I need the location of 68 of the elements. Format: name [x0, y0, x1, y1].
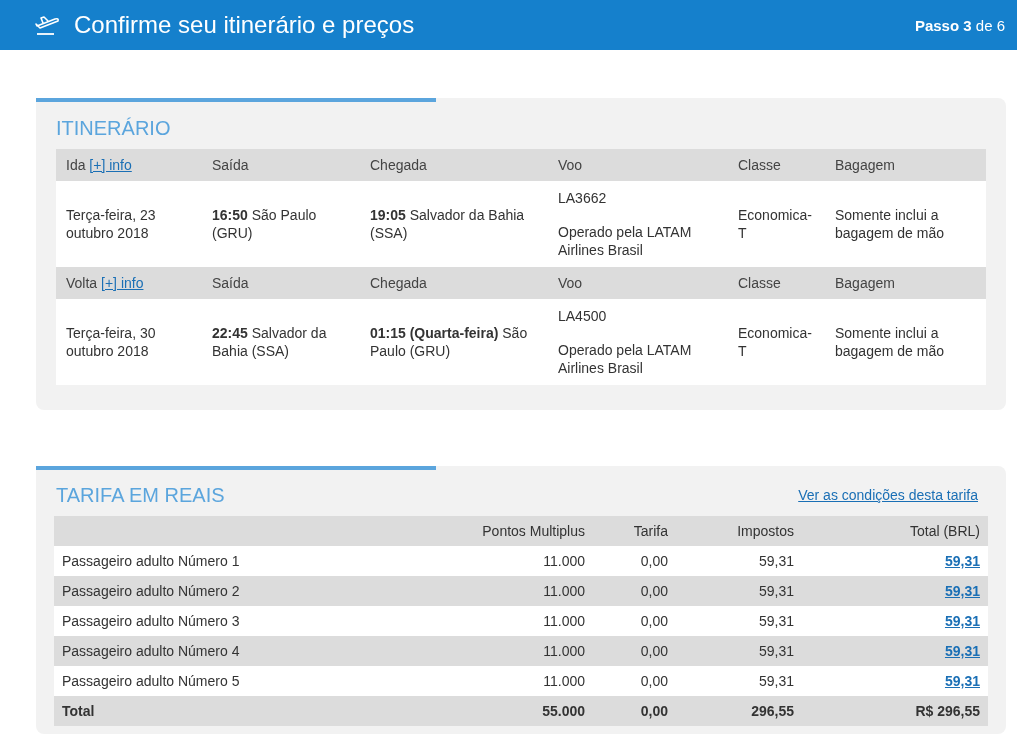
table-cell: 0,00	[593, 636, 676, 666]
page-title: Confirme seu itinerário e preços	[74, 11, 416, 39]
table-header-cell: Pontos Multiplus	[423, 516, 593, 546]
table-cell: 59,31	[676, 666, 802, 696]
table-cell: 11.000	[423, 546, 593, 576]
section-title: TARIFA EM REAIS	[56, 483, 225, 507]
table-cell: R$ 296,55	[802, 696, 988, 726]
table-header-cell: Voo	[548, 149, 728, 181]
table-header-cell: Tarifa	[593, 516, 676, 546]
table-cell: Passageiro adulto Número 5	[54, 666, 423, 696]
table-cell: 0,00	[593, 696, 676, 726]
table-cell: Economica-T	[728, 299, 825, 385]
table-header-cell: Classe	[728, 149, 825, 181]
total-link[interactable]: 59,31	[944, 553, 980, 569]
table-cell: Passageiro adulto Número 3	[54, 606, 423, 636]
table-cell: Passageiro adulto Número 4	[54, 636, 423, 666]
table-cell: 0,00	[593, 546, 676, 576]
leg-label: Ida	[66, 157, 86, 173]
flight-operator: Operado pela LATAM Airlines Brasil	[558, 223, 693, 259]
table-cell: 19:05 Salvador da Bahia (SSA)	[360, 181, 548, 267]
table-header-cell: Voo	[548, 267, 728, 299]
table-cell: Somente inclui a bagagem de mão	[825, 299, 986, 385]
total-link[interactable]: 59,31	[944, 583, 980, 599]
table-cell: 11.000	[423, 636, 593, 666]
table-cell: Somente inclui a bagagem de mão	[825, 181, 986, 267]
table-cell: Passageiro adulto Número 1	[54, 546, 423, 576]
table-cell: 11.000	[423, 576, 593, 606]
table-header-cell: Chegada	[360, 267, 548, 299]
table-cell: 01:15 (Quarta-feira) São Paulo (GRU)	[360, 299, 548, 385]
plane-takeoff-icon	[34, 13, 60, 37]
table-cell: 16:50 São Paulo (GRU)	[202, 181, 360, 267]
table-header-cell: Chegada	[360, 149, 548, 181]
table-header-cell: Total (BRL)	[802, 516, 988, 546]
table-cell: 11.000	[423, 606, 593, 636]
info-link[interactable]: [+] info	[101, 275, 144, 291]
section-title: ITINERÁRIO	[56, 116, 171, 140]
table-cell: 59,31	[676, 546, 802, 576]
table-cell: 0,00	[593, 606, 676, 636]
flight-number: LA3662	[558, 189, 608, 207]
table-cell: Terça-feira, 30 outubro 2018	[56, 299, 202, 385]
table-cell: 0,00	[593, 576, 676, 606]
flight-operator: Operado pela LATAM Airlines Brasil	[558, 341, 693, 377]
table-cell: Economica-T	[728, 181, 825, 267]
table-cell: Total	[54, 696, 423, 726]
table-header-cell: Impostos	[676, 516, 802, 546]
table-cell: Terça-feira, 23 outubro 2018	[56, 181, 202, 267]
table-cell: 59,31	[676, 636, 802, 666]
table-cell: 59,31	[676, 576, 802, 606]
fare-conditions-link[interactable]: Ver as condições desta tarifa	[798, 487, 978, 503]
table-header-cell: Classe	[728, 267, 825, 299]
table-cell: 22:45 Salvador da Bahia (SSA)	[202, 299, 360, 385]
table-cell: 55.000	[423, 696, 593, 726]
leg-label: Volta	[66, 275, 98, 291]
total-link[interactable]: 59,31	[944, 673, 980, 689]
table-header-cell: Bagagem	[825, 267, 986, 299]
table-cell: Passageiro adulto Número 2	[54, 576, 423, 606]
table-cell: 0,00	[593, 666, 676, 696]
table-header-cell: Saída	[202, 267, 360, 299]
info-link[interactable]: [+] info	[89, 157, 132, 173]
step-indicator: Passo 3 de 6	[914, 16, 1005, 34]
total-link[interactable]: 59,31	[944, 643, 980, 659]
table-header-cell: Bagagem	[825, 149, 986, 181]
table-cell: 59,31	[676, 606, 802, 636]
total-link[interactable]: 59,31	[944, 613, 980, 629]
table-header-cell: Saída	[202, 149, 360, 181]
flight-number: LA4500	[558, 307, 608, 325]
table-cell: 296,55	[676, 696, 802, 726]
table-cell: 11.000	[423, 666, 593, 696]
